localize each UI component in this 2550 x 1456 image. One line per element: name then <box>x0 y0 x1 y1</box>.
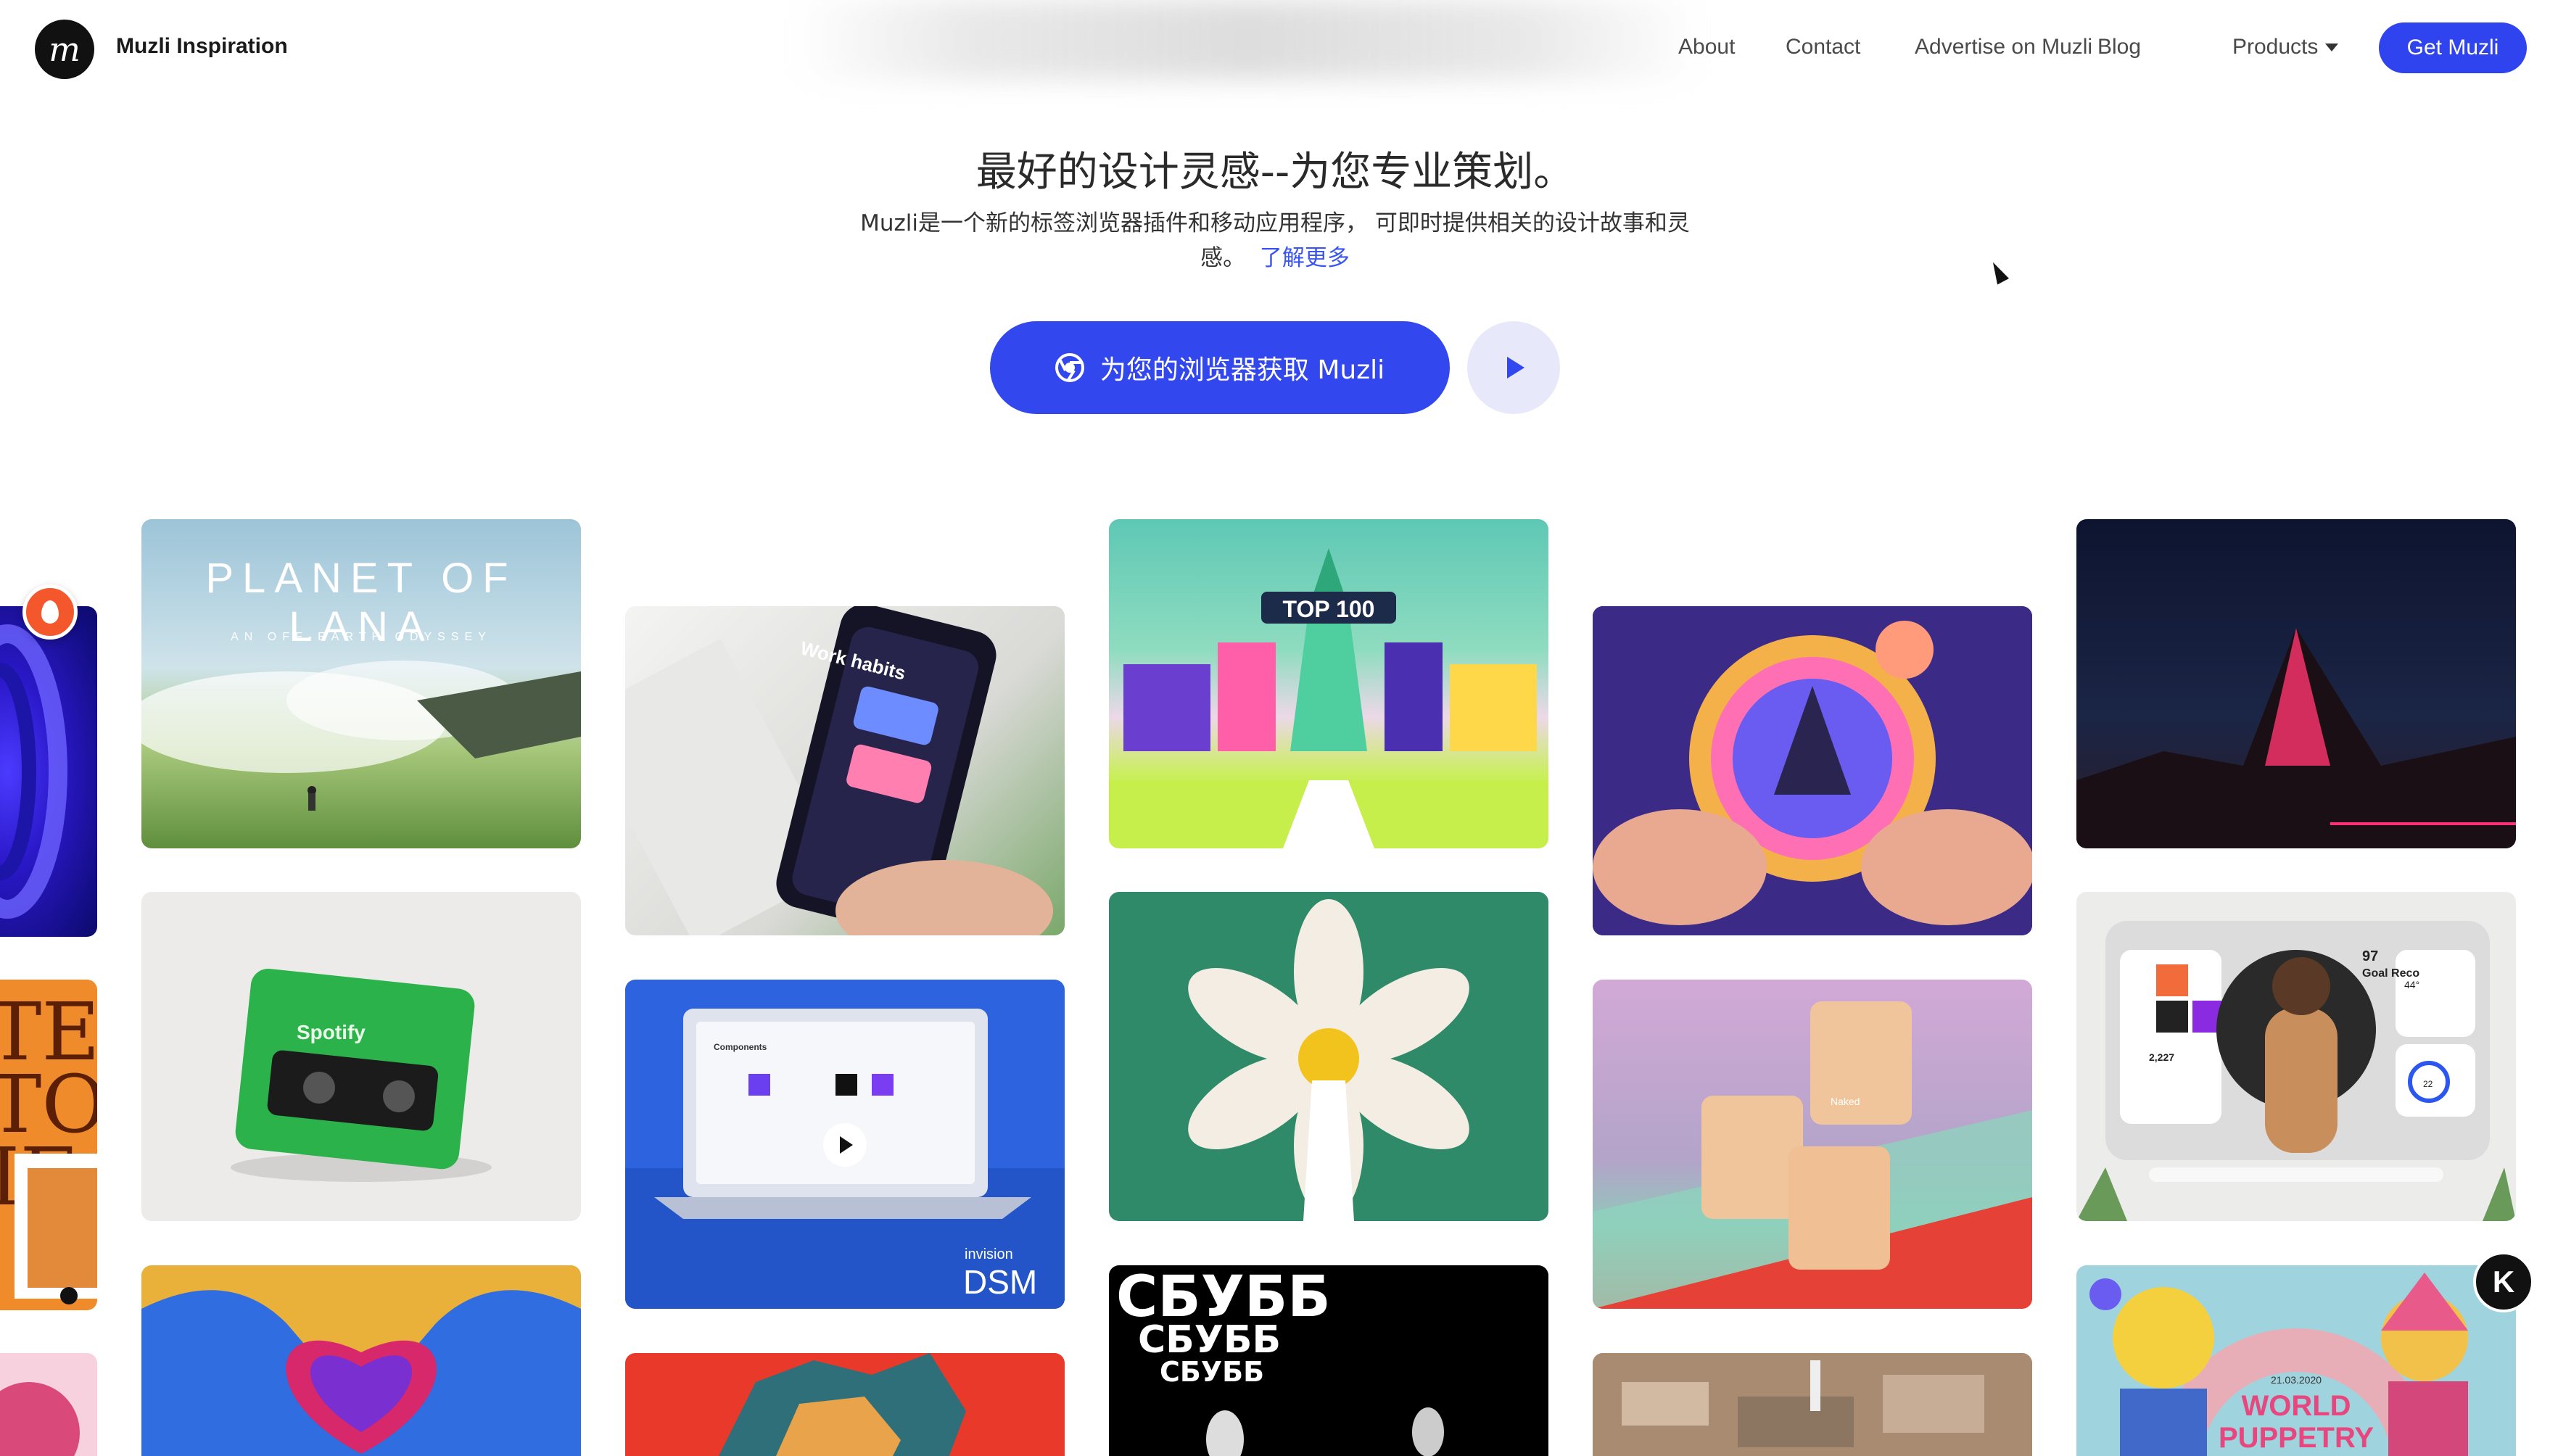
typography-art: СБУББ СБУББ СБУББ <box>1116 1265 1444 1456</box>
aerial-art <box>1593 1353 2032 1456</box>
fire-icon[interactable] <box>22 584 78 640</box>
hero-subtitle: Muzli是一个新的标签浏览器插件和移动应用程序， 可即时提供相关的设计故事和灵… <box>847 206 1703 276</box>
card-night-pyramid[interactable] <box>2076 519 2516 848</box>
blocks-art <box>1593 1001 2032 1309</box>
typo-word-3: СБУББ <box>1160 1356 1264 1388</box>
hero-title: 最好的设计灵感--为您专业策划。 <box>975 149 1575 196</box>
puppetry-line-2: PUPPETRY <box>2218 1422 2374 1454</box>
brand-name[interactable]: Muzli Inspiration <box>116 34 288 59</box>
nav-blog[interactable]: Blog <box>2097 35 2141 59</box>
dashboard-art <box>2076 921 2516 1221</box>
get-muzli-browser-label: 为您的浏览器获取 Muzli <box>1099 355 1385 385</box>
get-muzli-browser-button[interactable]: 为您的浏览器获取 Muzli <box>990 321 1450 414</box>
puppetry-date: 21.03.2020 <box>2270 1374 2322 1386</box>
caret-down-icon <box>2325 44 2339 51</box>
portal-art <box>1593 606 2032 935</box>
puppetry-line-1: WORLD <box>2241 1390 2351 1422</box>
card-planet-of-lana[interactable]: PLANET OF LANA AN OFF-EARTH ODYSSEY <box>141 519 581 848</box>
flower-art <box>1188 899 1469 1221</box>
orange-type-art: TE TO IF <box>0 985 97 1304</box>
spotify-label: Spotify <box>297 1021 366 1043</box>
card-work-habits-phone[interactable]: Work habits <box>625 606 1065 935</box>
top100-label: TOP 100 <box>1282 596 1375 622</box>
card-flower-woman[interactable] <box>1109 892 1548 1221</box>
red-illustration-art <box>719 1353 966 1456</box>
pyramid-art <box>2076 628 2516 848</box>
components-label: Components <box>714 1042 767 1052</box>
card-spotify-cassette[interactable]: Spotify <box>141 892 581 1221</box>
logo-glyph: m <box>49 30 81 69</box>
pink-blob-art <box>0 1382 80 1456</box>
goal-number: 97 <box>2362 948 2379 964</box>
nav-advertise[interactable]: Advertise on Muzli <box>1915 35 2092 59</box>
play-video-button[interactable] <box>1467 321 1560 414</box>
get-muzli-button[interactable]: Get Muzli <box>2379 22 2527 73</box>
dsm-label: DSM <box>963 1263 1038 1301</box>
card-world-puppetry[interactable]: 21.03.2020 WORLD PUPPETRY <box>2076 1265 2516 1456</box>
card-orange-type[interactable]: TE TO IF <box>0 980 97 1310</box>
dashboard-temp: 44° <box>2404 979 2420 990</box>
card-red-illustration[interactable] <box>625 1353 1065 1456</box>
top100-art <box>1109 548 1548 848</box>
heart-art <box>141 1265 581 1456</box>
invision-label: invision <box>965 1246 1013 1262</box>
card-heart-art[interactable] <box>141 1265 581 1456</box>
dashboard-ring-value: 22 <box>2423 1079 2433 1089</box>
cursor-icon <box>1987 259 2009 285</box>
card-invision-dsm[interactable]: Components invision DSM <box>625 980 1065 1309</box>
nav-products-label: Products <box>2232 35 2319 59</box>
nav-about[interactable]: About <box>1678 35 1735 59</box>
blurred-banner <box>791 0 1704 80</box>
help-icon[interactable]: K <box>2473 1252 2534 1312</box>
card-3d-hands-portal[interactable] <box>1593 606 2032 935</box>
fire-flame-icon <box>41 600 59 624</box>
lana-subtitle: AN OFF-EARTH ODYSSEY <box>231 631 492 643</box>
muzli-logo-icon[interactable]: m <box>35 20 94 79</box>
card-3d-blocks[interactable]: Naked <box>1593 980 2032 1309</box>
cassette-art <box>231 968 492 1182</box>
nav-products[interactable]: Products <box>2232 35 2339 59</box>
dashboard-count: 2,227 <box>2149 1051 2175 1063</box>
card-dashboard-ui[interactable]: 97 Goal Reco 2,227 44° 22 <box>2076 892 2516 1221</box>
card-typography-bw[interactable]: СБУББ СБУББ СБУББ <box>1109 1265 1548 1456</box>
chrome-icon <box>1055 353 1084 382</box>
card-blue-coil[interactable] <box>0 606 97 937</box>
card-pink-partial[interactable] <box>0 1353 97 1456</box>
nakid-label: Naked <box>1831 1096 1860 1107</box>
nav-contact[interactable]: Contact <box>1786 35 1860 59</box>
typo-word-2: СБУББ <box>1138 1318 1281 1362</box>
card-top-100[interactable]: TOP 100 <box>1109 519 1548 848</box>
blue-coil-art <box>0 624 67 919</box>
card-aerial-town[interactable] <box>1593 1353 2032 1456</box>
learn-more-link[interactable]: 了解更多 <box>1260 245 1350 271</box>
play-icon <box>1507 357 1524 379</box>
